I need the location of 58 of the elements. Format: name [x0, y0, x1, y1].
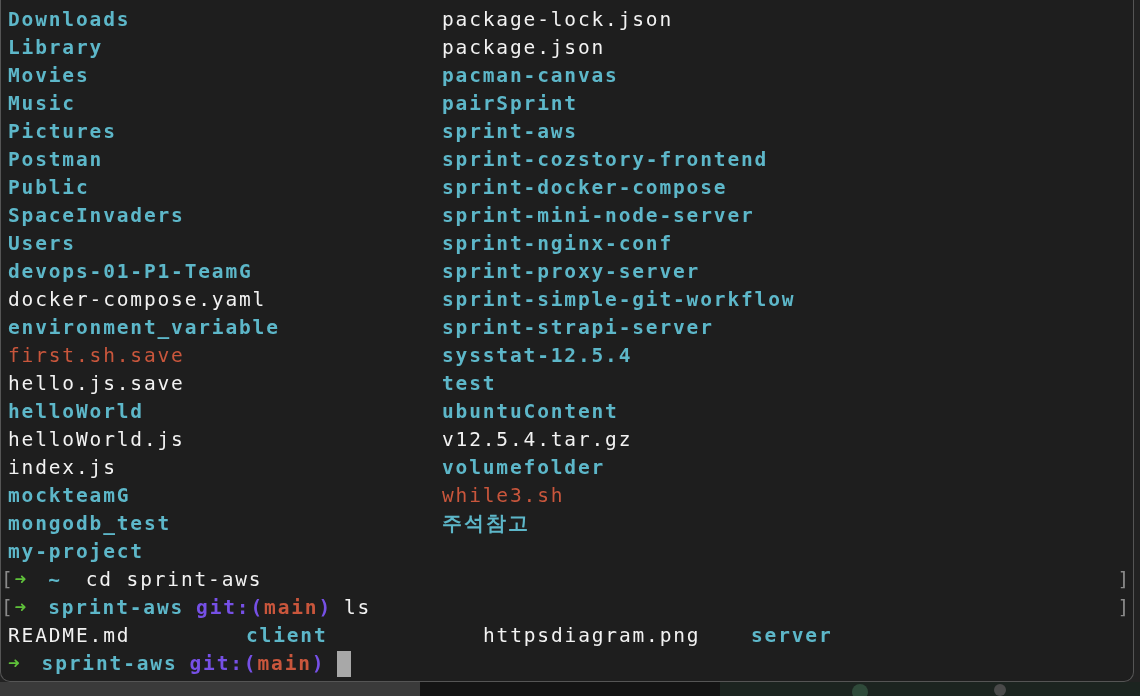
prompt-arrow: ➜ [14, 595, 29, 621]
file-name: README.md [8, 623, 131, 649]
file-name: package.json [442, 35, 606, 61]
file-name: my-project [8, 539, 144, 565]
prompt-directory: sprint-aws [48, 595, 185, 621]
file-name: Users [8, 231, 76, 257]
line-mark: [ [1, 595, 15, 621]
line-mark: [ [1, 567, 15, 593]
file-name: sprint-cozstory-frontend [442, 147, 769, 173]
file-name: volumefolder [442, 455, 606, 481]
text-cursor [337, 651, 352, 677]
prompt-arrow: ➜ [14, 567, 29, 593]
file-name: mockteamG [8, 483, 131, 509]
file-name: while3.sh [442, 483, 565, 509]
prompt-directory: ~ [48, 567, 62, 593]
command-text: cd sprint-aws [85, 567, 263, 593]
prompt-arrow: ➜ [8, 651, 22, 677]
file-name: index.js [8, 455, 117, 481]
file-name: environment_variable [8, 315, 280, 341]
file-name: devops-01-P1-TeamG [8, 259, 253, 285]
file-name: sprint-mini-node-server [442, 203, 755, 229]
line-mark: ] [1117, 595, 1131, 621]
file-name: Public [8, 175, 90, 201]
file-name: helloWorld.js [8, 427, 185, 453]
file-name: sprint-strapi-server [442, 315, 714, 341]
file-name: ubuntuContent [442, 399, 619, 425]
file-name: first.sh.save [8, 343, 185, 369]
file-name: sprint-nginx-conf [442, 231, 674, 257]
file-name: Postman [8, 147, 104, 173]
git-status: git:(main) [189, 651, 326, 677]
file-name: server [751, 623, 833, 649]
file-name: client [246, 623, 328, 649]
file-name: pacman-canvas [442, 63, 619, 89]
command-text: ls [344, 595, 372, 621]
git-status: git:(main) [196, 595, 332, 621]
file-name: docker-compose.yaml [8, 287, 267, 313]
file-name: sysstat-12.5.4 [442, 343, 633, 369]
file-name: sprint-docker-compose [442, 175, 728, 201]
line-mark: ] [1117, 567, 1131, 593]
prompt-directory: sprint-aws [41, 651, 178, 677]
file-name: sprint-proxy-server [442, 259, 701, 285]
file-name: Library [8, 35, 104, 61]
file-name: Downloads [8, 7, 131, 33]
file-name: package-lock.json [442, 7, 674, 33]
file-name: pairSprint [442, 91, 578, 117]
file-name: httpsdiagram.png [483, 623, 701, 649]
file-name: Music [8, 91, 76, 117]
file-name: Pictures [8, 119, 117, 145]
file-name: hello.js.save [8, 371, 185, 397]
file-name: 주석참고 [442, 511, 530, 537]
file-name: sprint-simple-git-workflow [442, 287, 796, 313]
file-name: SpaceInvaders [8, 203, 185, 229]
file-name: test [442, 371, 497, 397]
file-name: v12.5.4.tar.gz [442, 427, 633, 453]
file-name: mongodb_test [8, 511, 172, 537]
file-name: helloWorld [8, 399, 144, 425]
file-name: sprint-aws [442, 119, 578, 145]
file-name: Movies [8, 63, 90, 89]
